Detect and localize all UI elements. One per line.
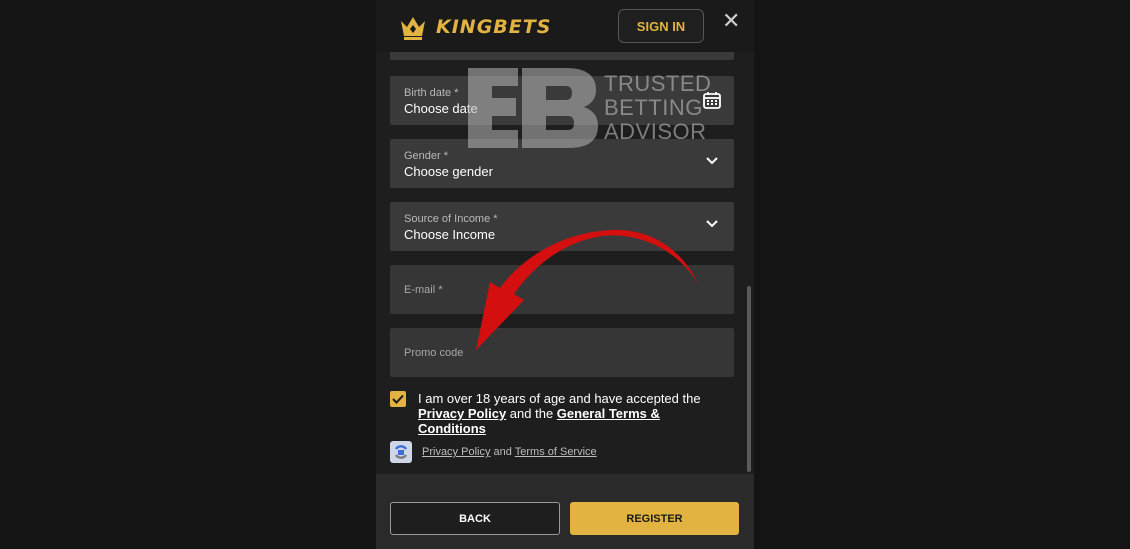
sign-in-button[interactable]: SIGN IN [618, 9, 704, 43]
chevron-down-icon [706, 220, 718, 228]
kingbets-logo[interactable]: KINGBETS [398, 10, 551, 44]
trusted-betting-advisor-watermark: TRUSTED BETTING ADVISOR [466, 62, 711, 154]
gender-value: Choose gender [404, 164, 493, 179]
brand-name: KINGBETS [436, 16, 552, 38]
birth-date-label: Birth date * [404, 87, 459, 99]
recaptcha-icon [390, 441, 412, 463]
recaptcha-privacy-link[interactable]: Privacy Policy [422, 446, 490, 458]
recaptcha-notice: Privacy Policy and Terms of Service [422, 446, 597, 458]
privacy-policy-link[interactable]: Privacy Policy [418, 406, 506, 421]
gender-label: Gender * [404, 150, 449, 162]
modal-footer: BACK REGISTER [376, 474, 754, 549]
age-consent-text: I am over 18 years of age and have accep… [418, 391, 728, 436]
watermark-line-2: BETTING [604, 95, 703, 120]
tba-logo-icon [468, 68, 598, 148]
promo-code-label: Promo code [404, 347, 464, 359]
watermark-text: TRUSTED BETTING ADVISOR [604, 72, 711, 144]
scrollbar-thumb[interactable] [747, 286, 751, 472]
modal-header: KINGBETS SIGN IN ✕ [376, 0, 754, 52]
register-button[interactable]: REGISTER [570, 502, 739, 535]
recaptcha-and: and [493, 446, 512, 458]
watermark-line-1: TRUSTED [604, 71, 712, 96]
age-consent-checkbox[interactable] [390, 391, 406, 407]
back-button[interactable]: BACK [390, 502, 560, 535]
email-label: E-mail * [404, 284, 443, 296]
watermark-line-3: ADVISOR [604, 119, 707, 144]
red-arrow-annotation [476, 229, 698, 350]
crown-icon [401, 17, 425, 40]
consent-and-the: and the [509, 406, 554, 421]
recaptcha-terms-link[interactable]: Terms of Service [515, 446, 597, 458]
checkmark-icon [392, 394, 404, 404]
close-icon[interactable]: ✕ [722, 10, 740, 32]
chevron-down-icon [706, 157, 718, 165]
consent-text: I am over 18 years of age and have accep… [418, 391, 701, 406]
income-label: Source of Income * [404, 213, 498, 225]
